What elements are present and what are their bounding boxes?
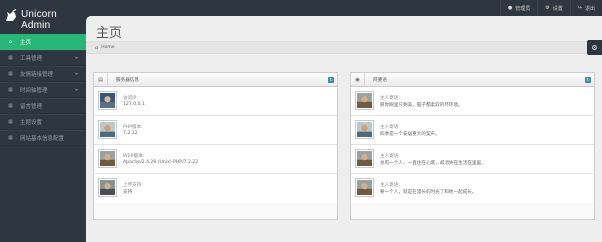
sidebar-item-timeline[interactable]: ▦ 时间轴管理 ▸ (0, 82, 86, 98)
avatar (355, 149, 374, 168)
avatar (98, 149, 117, 168)
list-item: 上传支持: 支持 (94, 174, 337, 203)
server-info-widget: ▤ 服务器信息 ↻ 访问IP: 127.0.0.1 PHP版本: 7.2.22 (93, 72, 338, 220)
sidebar-item-messages[interactable]: ▦ 留言管理 (0, 98, 86, 114)
row-value: 四季是一个安居重大的契声。 (380, 132, 440, 137)
tools-icon: ▦ (8, 55, 13, 61)
home-icon: ⌂ (95, 44, 99, 51)
quotes-widget: ◉ 阿婆语 ↻ 主人寄语: 愿你眼里只剩美，脑子都柔软的坏环境。 主人寄语: 四… (350, 72, 595, 220)
widget-title: 服务器信息 (116, 77, 139, 83)
widget-header: ◉ 阿婆语 ↻ (351, 73, 594, 87)
row-label: 主人寄语: (380, 96, 400, 101)
top-nav-settings[interactable]: ⚙ 设置 (537, 0, 570, 16)
sidebar-item-site-info[interactable]: ▦ 网站基本信息配置 (0, 130, 86, 146)
style-switcher-button[interactable]: ⚙ (587, 40, 602, 55)
row-value: Apache/2.4.29 (Unix) PHP/7.2.22 (123, 160, 199, 165)
list-item: 主人寄语: 四季是一个安居重大的契声。 (351, 116, 594, 145)
sidebar-item-label: 网站基本信息配置 (20, 136, 65, 142)
avatar-image (357, 180, 372, 195)
avatar-image (100, 151, 115, 166)
sidebar-item-label: 留言管理 (20, 104, 43, 110)
list-item: WEB版本: Apache/2.4.29 (Unix) PHP/7.2.22 (94, 145, 337, 174)
link-icon: ▦ (8, 71, 13, 77)
avatar (355, 120, 374, 139)
avatar (98, 91, 117, 110)
avatar (355, 91, 374, 110)
row-label: 主人寄语: (380, 154, 400, 159)
info-icon: ▦ (8, 135, 13, 141)
sidebar: ⌂ 主页 ▦ 工具管理 ▸ ▦ 友情链接管理 ▸ ▦ 时间轴管理 ▸ ▦ 留言管… (0, 34, 86, 242)
list-item: 访问IP: 127.0.0.1 (94, 87, 337, 116)
user-icon: ● (507, 5, 513, 11)
list-item: PHP版本: 7.2.22 (94, 116, 337, 145)
row-value: 支持 (123, 190, 133, 195)
breadcrumb: ⌂ Home (86, 41, 602, 54)
brand[interactable]: Unicorn Admin (0, 0, 86, 34)
sidebar-item-links[interactable]: ▦ 友情链接管理 ▸ (0, 66, 86, 82)
sidebar-item-home[interactable]: ⌂ 主页 (0, 34, 86, 50)
chevron-right-icon: ▸ (75, 71, 78, 77)
theme-icon: ▦ (8, 119, 13, 125)
unicorn-logo-icon (6, 9, 17, 21)
top-nav: ● 管理员 ⚙ 设置 ↪ 退出 (499, 0, 602, 16)
chevron-right-icon: ▸ (75, 87, 78, 93)
chevron-right-icon: ▸ (75, 55, 78, 61)
comment-icon: ◉ (351, 73, 365, 86)
widget-header: ▤ 服务器信息 ↻ (94, 73, 337, 87)
brand-title: Unicorn Admin (21, 9, 57, 31)
row-label: 主人寄语: (380, 183, 400, 188)
sidebar-item-label: 工具管理 (20, 56, 43, 62)
avatar-image (357, 151, 372, 166)
row-label: PHP版本: (123, 125, 143, 130)
sidebar-item-label: 主题设置 (20, 120, 43, 126)
row-value: 总有一个人，一直住在心底，却消失在生活在里里。 (380, 161, 486, 166)
cogs-icon: ⚙ (591, 43, 598, 52)
avatar-image (100, 122, 115, 137)
gear-icon: ⚙ (545, 5, 550, 11)
avatar-image (357, 93, 372, 108)
top-nav-settings-label: 设置 (552, 5, 563, 12)
avatar-image (100, 93, 115, 108)
row-label: 主人寄语: (380, 125, 400, 130)
home-icon: ⌂ (8, 39, 13, 45)
avatar (355, 178, 374, 197)
top-nav-user[interactable]: ● 管理员 (499, 0, 537, 16)
top-nav-logout-label: 退出 (584, 5, 595, 12)
sidebar-item-tools[interactable]: ▦ 工具管理 ▸ (0, 50, 86, 66)
top-nav-user-label: 管理员 (515, 5, 531, 12)
refresh-button[interactable]: ↻ (585, 76, 591, 83)
row-value: 要一个人，就是在漫长的时光了和他一起成长。 (380, 190, 477, 195)
row-label: WEB版本: (123, 154, 145, 159)
row-value: 愿你眼里只剩美，脑子都柔软的坏环境。 (380, 103, 463, 108)
sidebar-item-label: 友情链接管理 (20, 72, 54, 78)
widget-title: 阿婆语 (373, 77, 387, 83)
row-label: 访问IP: (123, 96, 138, 101)
page-title: 主页 (96, 25, 123, 40)
list-item: 主人寄语: 愿你眼里只剩美，脑子都柔软的坏环境。 (351, 87, 594, 116)
list-item: 主人寄语: 总有一个人，一直住在心底，却消失在生活在里里。 (351, 145, 594, 174)
avatar-image (357, 122, 372, 137)
top-bar: ● 管理员 ⚙ 设置 ↪ 退出 (0, 0, 602, 16)
avatar-image (100, 180, 115, 195)
timeline-icon: ▦ (8, 87, 13, 93)
logout-icon: ↪ (577, 5, 582, 11)
refresh-button[interactable]: ↻ (328, 76, 334, 83)
avatar (98, 120, 117, 139)
sidebar-item-label: 主页 (20, 40, 32, 46)
sidebar-item-label: 时间轴管理 (20, 88, 48, 94)
avatar (98, 178, 117, 197)
main-content: 主页 ⌂ Home ⚙ ▤ 服务器信息 ↻ 访问IP: 127.0.0.1 PH… (86, 16, 602, 242)
breadcrumb-home-link[interactable]: Home (101, 45, 114, 50)
row-value: 127.0.0.1 (123, 102, 145, 107)
sidebar-item-theme[interactable]: ▦ 主题设置 (0, 114, 86, 130)
document-icon: ▤ (94, 73, 108, 86)
message-icon: ▦ (8, 103, 13, 109)
top-nav-logout[interactable]: ↪ 退出 (569, 0, 602, 16)
row-label: 上传支持: (123, 183, 143, 188)
row-value: 7.2.22 (123, 131, 138, 136)
list-item: 主人寄语: 要一个人，就是在漫长的时光了和他一起成长。 (351, 174, 594, 203)
